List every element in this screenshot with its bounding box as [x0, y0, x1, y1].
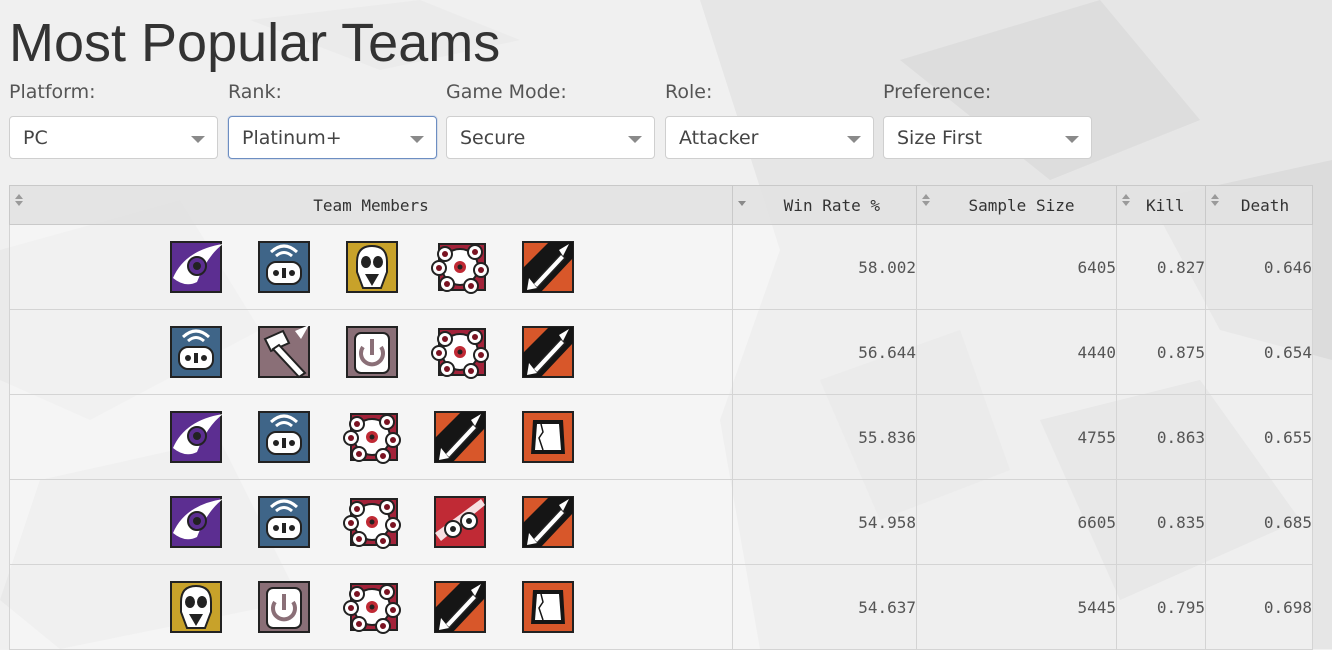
table-row: 54.958 6605 0.835 0.685	[9, 479, 1313, 565]
chevron-down-icon	[191, 136, 205, 143]
column-header-label: Win Rate %	[783, 195, 880, 215]
role-select-value: Attacker	[679, 127, 759, 149]
kill-cell: 0.875	[1116, 309, 1206, 395]
death-cell: 0.654	[1205, 309, 1313, 395]
win-rate-cell: 54.958	[732, 479, 917, 565]
sample-size-cell: 4755	[916, 394, 1117, 480]
column-header-label: Kill	[1146, 195, 1185, 215]
game-mode-label: Game Mode:	[446, 81, 567, 103]
chevron-down-icon	[847, 136, 861, 143]
team-members-list	[10, 493, 732, 551]
chevron-down-icon	[628, 136, 642, 143]
power-operator-icon	[343, 323, 401, 381]
table-row: 56.644 4440 0.875 0.654	[9, 309, 1313, 395]
purple-eye-operator-icon	[167, 408, 225, 466]
table-header-row: Team Members Win Rate % Sample Size Kill…	[9, 185, 1313, 225]
team-members-list	[10, 238, 732, 296]
death-cell: 0.698	[1205, 564, 1313, 650]
cluster-operator-icon	[343, 493, 401, 551]
preference-select[interactable]: Size First	[883, 116, 1092, 159]
column-header-win-rate[interactable]: Win Rate %	[732, 185, 917, 225]
role-label: Role:	[665, 81, 713, 103]
win-rate-cell: 54.637	[732, 564, 917, 650]
rocket-operator-icon	[431, 578, 489, 636]
breach-operator-icon	[519, 408, 577, 466]
team-members-cell	[9, 564, 733, 650]
team-members-list	[10, 323, 732, 381]
drone-operator-icon	[255, 493, 313, 551]
sort-desc-icon[interactable]	[738, 194, 746, 208]
kill-cell: 0.835	[1116, 479, 1206, 565]
platform-label: Platform:	[9, 81, 96, 103]
cluster-operator-icon	[431, 238, 489, 296]
chevron-down-icon	[410, 136, 424, 143]
power-operator-icon	[255, 578, 313, 636]
drone-operator-icon	[255, 238, 313, 296]
grenade-operator-icon	[431, 493, 489, 551]
sort-icon[interactable]	[922, 194, 930, 208]
skull-operator-icon	[343, 238, 401, 296]
win-rate-cell: 55.836	[732, 394, 917, 480]
drone-operator-icon	[255, 408, 313, 466]
sort-icon[interactable]	[1211, 194, 1219, 208]
breach-operator-icon	[519, 578, 577, 636]
death-cell: 0.655	[1205, 394, 1313, 480]
team-members-cell	[9, 309, 733, 395]
rocket-operator-icon	[431, 408, 489, 466]
cluster-operator-icon	[343, 578, 401, 636]
death-cell: 0.685	[1205, 479, 1313, 565]
game-mode-select-value: Secure	[460, 127, 526, 149]
role-select[interactable]: Attacker	[665, 116, 874, 159]
rocket-operator-icon	[519, 238, 577, 296]
sort-icon[interactable]	[1122, 194, 1130, 208]
purple-eye-operator-icon	[167, 238, 225, 296]
win-rate-cell: 58.002	[732, 224, 917, 310]
column-header-label: Death	[1240, 195, 1290, 215]
column-header-label: Team Members	[313, 195, 429, 215]
chevron-down-icon	[1065, 136, 1079, 143]
game-mode-select[interactable]: Secure	[446, 116, 655, 159]
rank-select[interactable]: Platinum+	[228, 116, 437, 159]
column-header-label: Sample Size	[968, 195, 1075, 215]
rocket-operator-icon	[519, 493, 577, 551]
kill-cell: 0.827	[1116, 224, 1206, 310]
sample-size-cell: 5445	[916, 564, 1117, 650]
preference-select-value: Size First	[897, 127, 983, 149]
preference-label: Preference:	[883, 81, 992, 103]
cluster-operator-icon	[343, 408, 401, 466]
column-header-death[interactable]: Death	[1205, 185, 1313, 225]
column-header-sample-size[interactable]: Sample Size	[916, 185, 1117, 225]
rank-select-value: Platinum+	[242, 127, 342, 149]
sample-size-cell: 4440	[916, 309, 1117, 395]
platform-select-value: PC	[23, 127, 48, 149]
purple-eye-operator-icon	[167, 493, 225, 551]
team-members-cell	[9, 479, 733, 565]
team-members-cell	[9, 394, 733, 480]
sample-size-cell: 6405	[916, 224, 1117, 310]
team-members-list	[10, 578, 732, 636]
column-header-kill[interactable]: Kill	[1116, 185, 1206, 225]
rocket-operator-icon	[519, 323, 577, 381]
death-cell: 0.646	[1205, 224, 1313, 310]
team-members-cell	[9, 224, 733, 310]
kill-cell: 0.795	[1116, 564, 1206, 650]
sample-size-cell: 6605	[916, 479, 1117, 565]
teams-table: Team Members Win Rate % Sample Size Kill…	[9, 185, 1313, 650]
rank-label: Rank:	[228, 81, 282, 103]
cluster-operator-icon	[431, 323, 489, 381]
kill-cell: 0.863	[1116, 394, 1206, 480]
table-row: 55.836 4755 0.863 0.655	[9, 394, 1313, 480]
sort-icon[interactable]	[15, 194, 23, 208]
hammer-operator-icon	[255, 323, 313, 381]
skull-operator-icon	[167, 578, 225, 636]
team-members-list	[10, 408, 732, 466]
table-row: 54.637 5445 0.795 0.698	[9, 564, 1313, 650]
page-title: Most Popular Teams	[9, 13, 501, 73]
platform-select[interactable]: PC	[9, 116, 218, 159]
drone-operator-icon	[167, 323, 225, 381]
column-header-team-members[interactable]: Team Members	[9, 185, 733, 225]
table-row: 58.002 6405 0.827 0.646	[9, 224, 1313, 310]
win-rate-cell: 56.644	[732, 309, 917, 395]
